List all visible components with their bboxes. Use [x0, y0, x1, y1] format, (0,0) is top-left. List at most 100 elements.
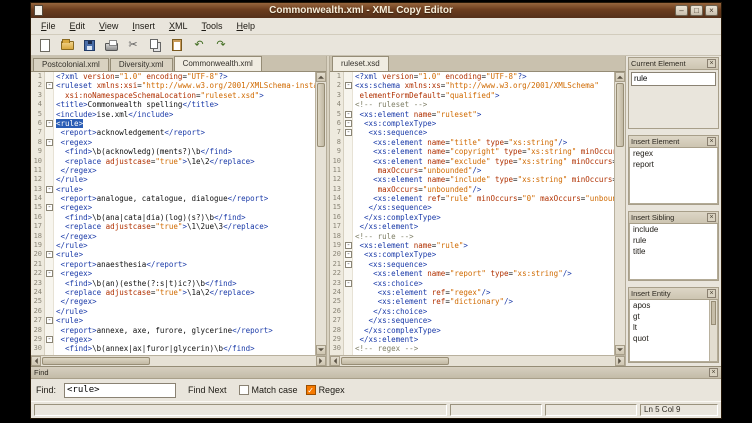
fold-collapse-icon[interactable]: - — [345, 129, 352, 136]
code-line[interactable]: 12 <xs:element name="include" type="xs:s… — [330, 175, 614, 184]
code-line[interactable]: 11 maxOccurs="unbounded"/> — [330, 166, 614, 175]
code-line[interactable]: 27 </xs:sequence> — [330, 316, 614, 325]
fold-collapse-icon[interactable]: - — [345, 111, 352, 118]
tab-commonwealth-xml[interactable]: Commonwealth.xml — [174, 56, 262, 71]
code-line[interactable]: 29 </xs:element> — [330, 335, 614, 344]
title-bar[interactable]: Commonwealth.xml - XML Copy Editor –□× — [31, 3, 721, 18]
list-item-report[interactable]: report — [630, 159, 717, 170]
code-line[interactable]: 26</rule> — [31, 307, 315, 316]
find-next-button[interactable]: Find Next — [184, 384, 231, 396]
code-line[interactable]: 10 <xs:element name="exclude" type="xs:s… — [330, 157, 614, 166]
fold-collapse-icon[interactable]: - — [345, 280, 352, 287]
undo-button[interactable]: ↶ — [189, 37, 209, 54]
code-line[interactable]: 1<?xml version="1.0" encoding="UTF-8"?> — [330, 72, 614, 81]
menu-tools[interactable]: Tools — [194, 19, 229, 33]
maximize-button[interactable]: □ — [690, 5, 703, 16]
code-line[interactable]: 28 <report>annexe, axe, furore, glycerin… — [31, 326, 315, 335]
code-line[interactable]: 7- <xs:sequence> — [330, 128, 614, 137]
list-scrollbar[interactable] — [709, 300, 717, 361]
menu-view[interactable]: View — [92, 19, 125, 33]
fold-margin[interactable]: - — [45, 185, 54, 194]
code-line[interactable]: 2-<ruleset xmlns:xsi="http://www.w3.org/… — [31, 81, 315, 90]
fold-collapse-icon[interactable]: - — [345, 261, 352, 268]
scroll-right-icon[interactable] — [615, 356, 625, 366]
new-document-button[interactable] — [35, 37, 55, 54]
code-line[interactable]: 15 </xs:sequence> — [330, 203, 614, 212]
fold-margin[interactable]: - — [45, 250, 54, 259]
code-line[interactable]: 19- <xs:element name="rule"> — [330, 241, 614, 250]
code-line[interactable]: 11 </regex> — [31, 166, 315, 175]
cut-button[interactable]: ✂ — [123, 37, 143, 54]
scroll-up-icon[interactable] — [615, 72, 625, 82]
code-line[interactable]: 26 </xs:choice> — [330, 307, 614, 316]
scroll-thumb[interactable] — [341, 357, 449, 365]
code-line[interactable]: 20-<rule> — [31, 250, 315, 259]
code-line[interactable]: 25 <xs:element ref="dictionary"/> — [330, 297, 614, 306]
code-line[interactable]: 9 <find>\b(acknowledg)(ments?)\b</find> — [31, 147, 315, 156]
code-line[interactable]: 7 <report>acknowledgement</report> — [31, 128, 315, 137]
code-line[interactable]: 13 maxOccurs="unbounded"/> — [330, 185, 614, 194]
copy-button[interactable] — [145, 37, 165, 54]
close-button[interactable]: × — [705, 5, 718, 16]
scroll-left-icon[interactable] — [31, 356, 41, 366]
list-item-lt[interactable]: lt — [630, 322, 717, 333]
find-close-icon[interactable]: × — [709, 368, 718, 377]
redo-button[interactable]: ↷ — [211, 37, 231, 54]
scroll-thumb[interactable] — [42, 357, 150, 365]
scroll-thumb[interactable] — [616, 83, 624, 147]
code-line[interactable]: 10 <replace adjustcase="true">\1e\2</rep… — [31, 157, 315, 166]
fold-margin[interactable]: - — [344, 260, 353, 269]
code-line[interactable]: 16 </xs:complexType> — [330, 213, 614, 222]
fold-margin[interactable]: - — [344, 128, 353, 137]
code-line[interactable]: 30<!-- regex --> — [330, 344, 614, 353]
code-line[interactable]: 6- <xs:complexType> — [330, 119, 614, 128]
code-line[interactable]: 14 <xs:element ref="rule" minOccurs="0" … — [330, 194, 614, 203]
fold-margin[interactable]: - — [45, 335, 54, 344]
print-button[interactable] — [101, 37, 121, 54]
code-line[interactable]: 22 <xs:element name="report" type="xs:st… — [330, 269, 614, 278]
code-line[interactable]: 20- <xs:complexType> — [330, 250, 614, 259]
code-line[interactable]: 8 <xs:element name="title" type="xs:stri… — [330, 138, 614, 147]
menu-edit[interactable]: Edit — [63, 19, 93, 33]
paste-button[interactable] — [167, 37, 187, 54]
code-line[interactable]: 18<!-- rule --> — [330, 232, 614, 241]
fold-collapse-icon[interactable]: - — [345, 242, 352, 249]
list-item-rule[interactable]: rule — [630, 235, 717, 246]
menu-help[interactable]: Help — [229, 19, 262, 33]
save-button[interactable] — [79, 37, 99, 54]
tab-ruleset-xsd[interactable]: ruleset.xsd — [332, 56, 389, 71]
tab-postcolonial-xml[interactable]: Postcolonial.xml — [33, 58, 109, 71]
fold-margin[interactable]: - — [344, 81, 353, 90]
regex-checkbox[interactable]: ✓ Regex — [306, 385, 345, 395]
scroll-right-icon[interactable] — [316, 356, 326, 366]
match-case-checkbox[interactable]: Match case — [239, 385, 298, 395]
fold-margin[interactable]: - — [344, 250, 353, 259]
fold-collapse-icon[interactable]: - — [345, 251, 352, 258]
code-line[interactable]: 30 <find>\b(annex|ax|furor|glycerin)\b</… — [31, 344, 315, 353]
left-vertical-scrollbar[interactable] — [315, 72, 326, 355]
left-editor[interactable]: 1<?xml version="1.0" encoding="UTF-8"?>2… — [31, 72, 315, 355]
panel-close-icon[interactable]: × — [707, 137, 716, 146]
code-line[interactable]: 5- <xs:element name="ruleset"> — [330, 110, 614, 119]
fold-margin[interactable]: - — [45, 203, 54, 212]
code-line[interactable]: 12</rule> — [31, 175, 315, 184]
fold-margin[interactable]: - — [344, 279, 353, 288]
fold-collapse-icon[interactable]: - — [46, 186, 53, 193]
code-line[interactable]: 13-<rule> — [31, 185, 315, 194]
left-horizontal-scrollbar[interactable] — [31, 355, 326, 366]
fold-collapse-icon[interactable]: - — [46, 251, 53, 258]
current-element-input[interactable]: rule — [631, 72, 716, 86]
code-line[interactable]: 18 </regex> — [31, 232, 315, 241]
code-line[interactable]: 27-<rule> — [31, 316, 315, 325]
code-line[interactable]: 23- <xs:choice> — [330, 279, 614, 288]
code-line[interactable]: 25 </regex> — [31, 297, 315, 306]
code-line[interactable]: 17 <replace adjustcase="true">\1\2ue\3</… — [31, 222, 315, 231]
right-editor[interactable]: 1<?xml version="1.0" encoding="UTF-8"?> 2… — [330, 72, 614, 355]
code-line[interactable]: 19</rule> — [31, 241, 315, 250]
code-line[interactable]: 29- <regex> — [31, 335, 315, 344]
list-item-include[interactable]: include — [630, 224, 717, 235]
fold-margin[interactable]: - — [45, 138, 54, 147]
code-line[interactable]: 3 xsi:noNamespaceSchemaLocation="ruleset… — [31, 91, 315, 100]
find-input[interactable] — [64, 383, 176, 398]
fold-collapse-icon[interactable]: - — [46, 120, 53, 127]
